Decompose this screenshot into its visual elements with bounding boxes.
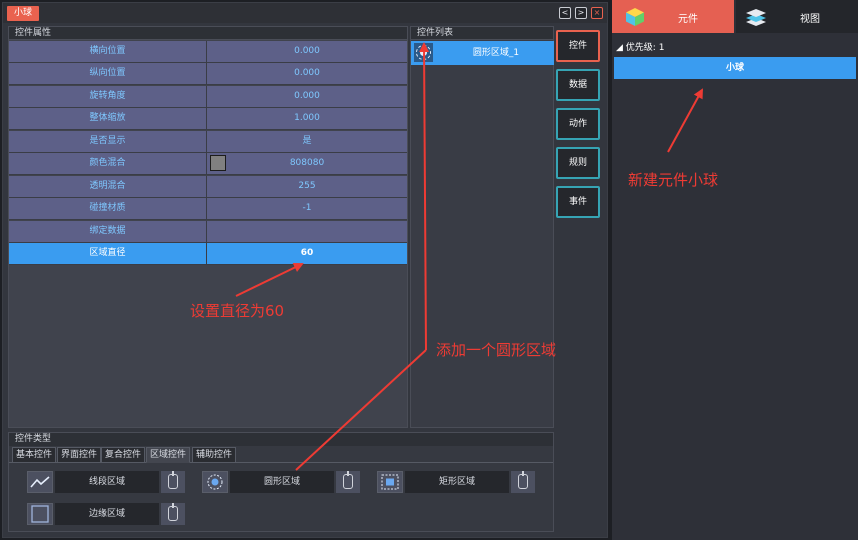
arrow-set-diameter — [235, 262, 304, 297]
arrow-add-circle-upper — [419, 42, 430, 351]
arrow-new-component — [667, 88, 703, 153]
annotation-arrows — [235, 42, 703, 471]
arrow-add-circle-lower — [295, 349, 427, 471]
annotation-set-diameter: 设置直径为60 — [190, 302, 285, 320]
annotation-add-circle: 添加一个圆形区域 — [436, 341, 557, 359]
annotation-new-component: 新建元件小球 — [628, 171, 719, 189]
